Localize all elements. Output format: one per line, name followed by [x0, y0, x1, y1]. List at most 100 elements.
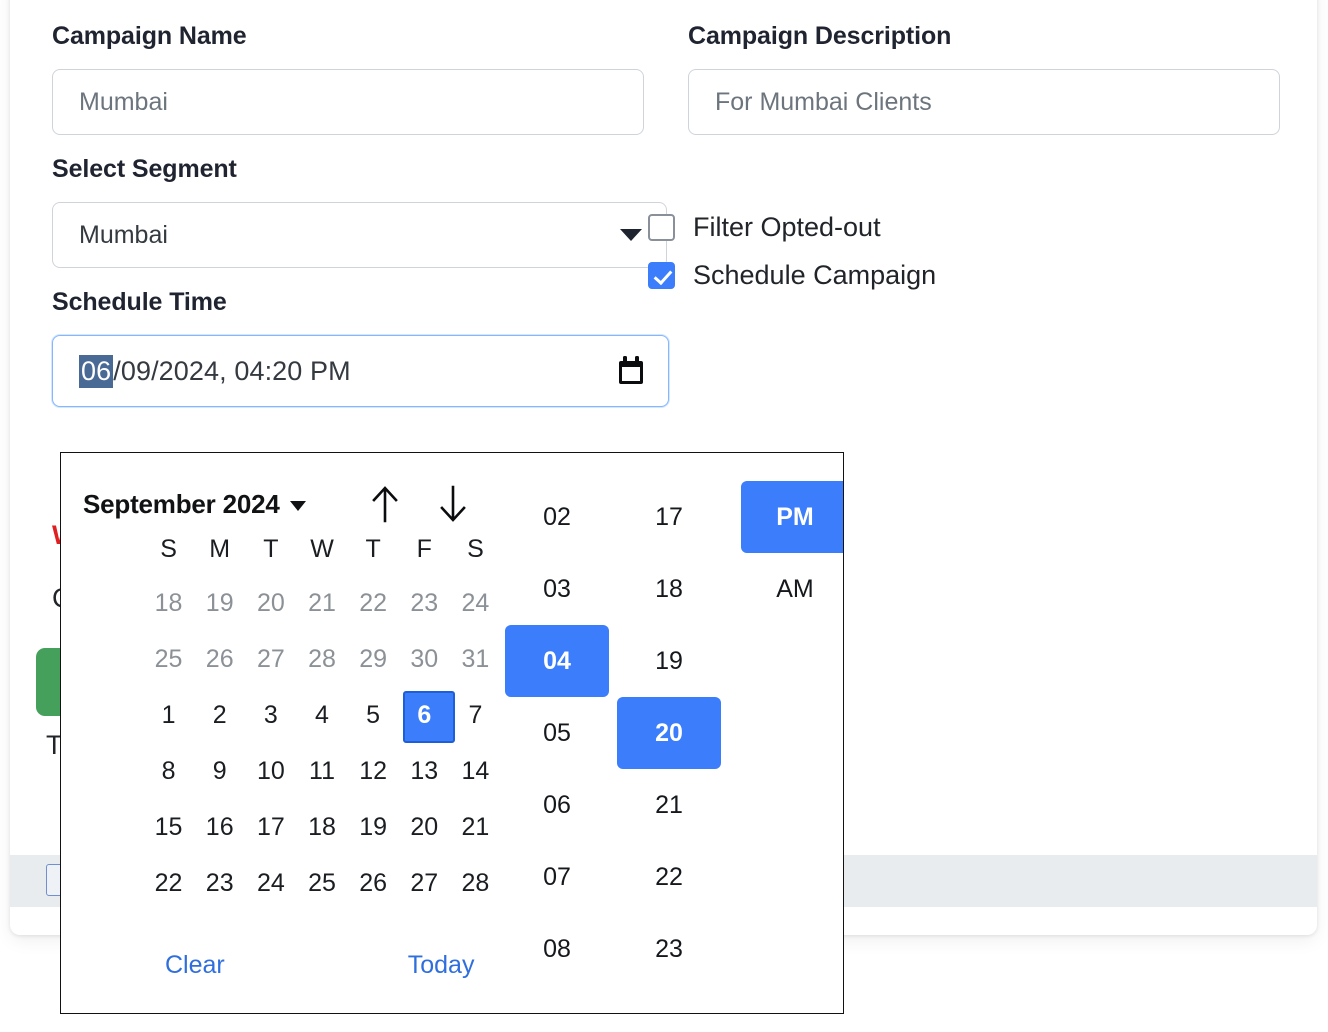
calendar-day-label: 18 — [308, 813, 336, 841]
minute-option[interactable]: 22 — [617, 841, 721, 913]
calendar-day-label: 4 — [315, 701, 329, 729]
hour-option[interactable]: 06 — [505, 769, 609, 841]
calendar-day-label: 10 — [256, 757, 285, 785]
calendar-day-selected[interactable]: 6 — [399, 691, 455, 743]
calendar-day[interactable]: 4 — [296, 691, 347, 739]
calendar-day[interactable]: 23 — [399, 579, 450, 627]
minute-option[interactable]: 23 — [617, 913, 721, 985]
calendar-day[interactable]: 26 — [194, 635, 245, 683]
schedule-campaign-checkbox[interactable] — [648, 261, 675, 289]
select-segment-dropdown[interactable]: Mumbai — [52, 202, 667, 268]
calendar-day[interactable]: 19 — [194, 579, 245, 627]
calendar-day[interactable]: 7 — [450, 691, 501, 739]
calendar-day[interactable]: 24 — [245, 859, 296, 907]
calendar-icon[interactable] — [616, 355, 646, 387]
calendar-day-label: 17 — [256, 813, 285, 841]
calendar-day[interactable]: 19 — [348, 803, 399, 851]
calendar-grid: 18 19 20 21 22 23 24 25 26 27 28 29 30 31 1 2 3 4 5 6 7 8 9 10 1… — [61, 579, 501, 907]
calendar-day[interactable]: 3 — [245, 691, 296, 739]
calendar-day[interactable]: 23 — [194, 859, 245, 907]
calendar-day[interactable]: 22 — [143, 859, 194, 907]
calendar-day[interactable]: 17 — [245, 803, 296, 851]
arrow-up-icon[interactable] — [368, 483, 402, 525]
calendar-day[interactable]: 22 — [348, 579, 399, 627]
calendar-day[interactable]: 24 — [450, 579, 501, 627]
minute-option[interactable]: 18 — [617, 553, 721, 625]
checkbox-row-filter-opted-out[interactable]: Filter Opted-out — [648, 203, 936, 251]
meridiem-option[interactable]: AM — [741, 553, 843, 625]
calendar-day-label: 20 — [410, 813, 439, 841]
hour-option[interactable]: 07 — [505, 841, 609, 913]
calendar-day-label: 21 — [308, 589, 336, 617]
arrow-down-icon[interactable] — [436, 483, 470, 525]
hour-option[interactable]: 08 — [505, 913, 609, 985]
calendar-nav — [368, 483, 470, 525]
minute-option[interactable]: 17 — [617, 481, 721, 553]
hour-column[interactable]: 02 03 04 05 06 07 08 — [501, 481, 613, 1013]
calendar-header: September 2024 — [61, 453, 501, 527]
calendar-day[interactable]: 10 — [245, 747, 296, 795]
calendar-day-label: 16 — [205, 813, 234, 841]
calendar-day[interactable]: 31 — [450, 635, 501, 683]
hour-option[interactable]: 03 — [505, 553, 609, 625]
today-button[interactable]: Today — [408, 951, 475, 980]
calendar-day-label: 1 — [161, 701, 176, 729]
campaign-name-input[interactable]: Mumbai — [52, 69, 644, 135]
calendar-day-label: 25 — [308, 869, 336, 897]
calendar-day[interactable]: 9 — [194, 747, 245, 795]
calendar-day[interactable]: 14 — [450, 747, 501, 795]
calendar-day-label: 5 — [366, 701, 381, 729]
calendar-day-label: 23 — [410, 589, 439, 617]
calendar-day-label: 26 — [359, 869, 388, 897]
calendar-day[interactable]: 18 — [296, 803, 347, 851]
calendar-day-label: 7 — [468, 701, 483, 729]
calendar-day[interactable]: 29 — [348, 635, 399, 683]
calendar-day-label: 23 — [205, 869, 234, 897]
campaign-description-input[interactable]: For Mumbai Clients — [688, 69, 1280, 135]
datetime-day-segment[interactable]: 06 — [79, 354, 114, 388]
calendar-day-label: 18 — [154, 589, 183, 617]
minute-option[interactable]: 21 — [617, 769, 721, 841]
calendar-day-label: 15 — [154, 813, 183, 841]
calendar-day-label: 25 — [154, 645, 183, 673]
minute-option[interactable]: 19 — [617, 625, 721, 697]
calendar-day[interactable]: 16 — [194, 803, 245, 851]
calendar-day[interactable]: 28 — [296, 635, 347, 683]
clear-button[interactable]: Clear — [165, 951, 225, 980]
meridiem-option-selected[interactable]: PM — [741, 481, 843, 553]
calendar-day[interactable]: 20 — [399, 803, 450, 851]
calendar-day[interactable]: 26 — [348, 859, 399, 907]
calendar-day[interactable]: 20 — [245, 579, 296, 627]
calendar-day[interactable]: 25 — [296, 859, 347, 907]
calendar-day[interactable]: 28 — [450, 859, 501, 907]
calendar-day[interactable]: 21 — [296, 579, 347, 627]
meridiem-column[interactable]: PM AM — [725, 481, 843, 1013]
calendar-day[interactable]: 18 — [143, 579, 194, 627]
calendar-day[interactable]: 1 — [143, 691, 194, 739]
minute-column[interactable]: 17 18 19 20 21 22 23 — [613, 481, 725, 1013]
checkbox-row-schedule-campaign[interactable]: Schedule Campaign — [648, 251, 936, 299]
calendar-day[interactable]: 27 — [245, 635, 296, 683]
calendar-day[interactable]: 5 — [348, 691, 399, 739]
calendar-day[interactable]: 21 — [450, 803, 501, 851]
schedule-time-input[interactable]: 06/09/2024, 04:20 PM — [52, 335, 669, 407]
hour-option[interactable]: 02 — [505, 481, 609, 553]
hour-option-selected[interactable]: 04 — [505, 625, 609, 697]
calendar-day[interactable]: 30 — [399, 635, 450, 683]
minute-option-selected[interactable]: 20 — [617, 697, 721, 769]
calendar-day[interactable]: 8 — [143, 747, 194, 795]
datetime-rest-segment[interactable]: /09/2024, 04:20 PM — [113, 356, 350, 387]
screen: W C T Campaign Name Mumbai Campaign Desc… — [0, 0, 1328, 1032]
calendar-day[interactable]: 12 — [348, 747, 399, 795]
calendar-day[interactable]: 27 — [399, 859, 450, 907]
calendar-day-label: 12 — [359, 757, 388, 785]
month-year-selector[interactable]: September 2024 — [83, 489, 306, 520]
campaign-description-label: Campaign Description — [688, 22, 952, 50]
calendar-day[interactable]: 15 — [143, 803, 194, 851]
calendar-day[interactable]: 11 — [296, 747, 347, 795]
calendar-day[interactable]: 13 — [399, 747, 450, 795]
calendar-day[interactable]: 2 — [194, 691, 245, 739]
filter-opted-out-checkbox[interactable] — [648, 213, 675, 241]
hour-option[interactable]: 05 — [505, 697, 609, 769]
calendar-day[interactable]: 25 — [143, 635, 194, 683]
